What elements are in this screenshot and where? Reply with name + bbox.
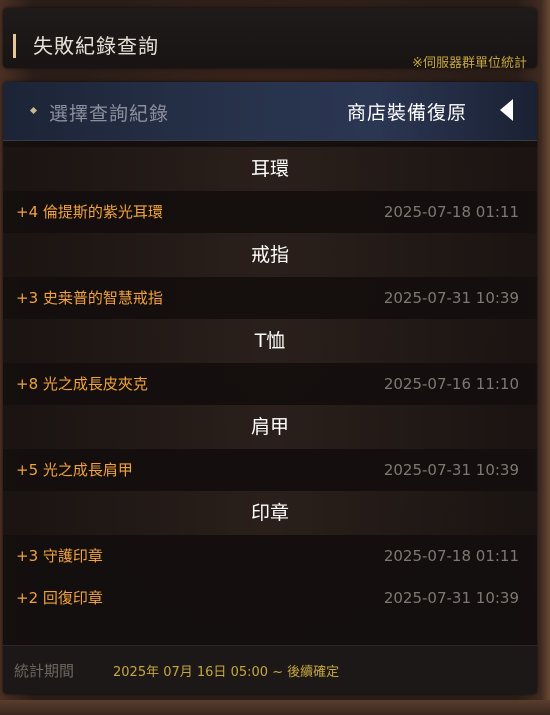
- item-name: +5 光之成長肩甲: [16, 461, 133, 479]
- item-name: +3 史桒普的智慧戒指: [16, 289, 163, 307]
- item-name: +3 守護印章: [16, 547, 103, 565]
- record-row: +4 倫提斯的紫光耳環 2025-07-18 01:11: [3, 191, 537, 233]
- triangle-left-icon[interactable]: [500, 99, 513, 121]
- category-header: 耳環: [3, 147, 537, 191]
- page-title: 失敗紀錄查詢: [33, 34, 159, 58]
- record-panel: 選擇查詢紀錄 商店裝備復原 耳環 +4 倫提斯的紫光耳環 2025-07-18 01…: [3, 82, 537, 694]
- frame-right-edge: [540, 0, 550, 715]
- item-name: +2 回復印章: [16, 589, 103, 607]
- category-header: T恤: [3, 319, 537, 363]
- stats-period-footer: 統計期間 2025年 07月 16日 05:00 ~ 後續確定: [3, 645, 537, 694]
- failure-date: 2025-07-16 11:10: [383, 375, 519, 393]
- failure-date: 2025-07-31 10:39: [383, 589, 519, 607]
- frame-bottom-edge: [0, 700, 550, 715]
- record-list: 耳環 +4 倫提斯的紫光耳環 2025-07-18 01:11 戒指 +3 史桒普的智慧…: [3, 147, 537, 619]
- record-row: +3 史桒普的智慧戒指 2025-07-31 10:39: [3, 277, 537, 319]
- failure-date: 2025-07-18 01:11: [383, 547, 519, 565]
- failure-date: 2025-07-31 10:39: [383, 461, 519, 479]
- failure-date: 2025-07-18 01:11: [383, 203, 519, 221]
- header-panel: 失敗紀錄查詢 ※伺服器群單位統計: [3, 8, 537, 71]
- category-header: 印章: [3, 491, 537, 535]
- failure-date: 2025-07-31 10:39: [383, 289, 519, 307]
- category-header: 戒指: [3, 233, 537, 277]
- selector-label: 選擇查詢紀錄: [49, 103, 170, 125]
- record-row: +2 回復印章 2025-07-31 10:39: [3, 577, 537, 619]
- record-row: +5 光之成長肩甲 2025-07-31 10:39: [3, 449, 537, 491]
- selector-value: 商店裝備復原: [346, 102, 467, 124]
- diamond-bullet-icon: [29, 106, 38, 115]
- record-row: +3 守護印章 2025-07-18 01:11: [3, 535, 537, 577]
- item-name: +8 光之成長皮夾克: [16, 375, 148, 393]
- record-row: +8 光之成長皮夾克 2025-07-16 11:10: [3, 363, 537, 405]
- record-type-selector[interactable]: 選擇查詢紀錄 商店裝備復原: [3, 82, 537, 141]
- item-name: +4 倫提斯的紫光耳環: [16, 203, 163, 221]
- title-accent-bar: [13, 34, 16, 58]
- stats-period-value: 2025年 07月 16日 05:00 ~ 後續確定: [113, 665, 340, 680]
- category-header: 肩甲: [3, 405, 537, 449]
- server-group-note: ※伺服器群單位統計: [412, 56, 527, 71]
- stats-period-label: 統計期間: [14, 662, 75, 680]
